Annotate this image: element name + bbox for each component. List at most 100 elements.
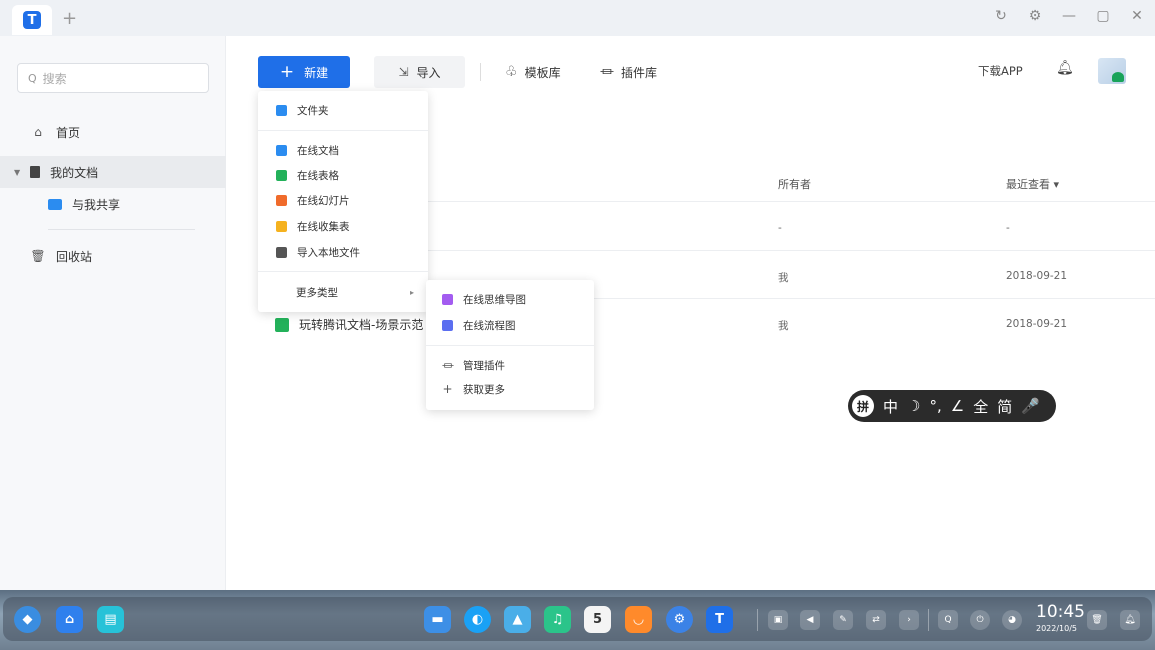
sidebar-item-shared[interactable]: 与我共享 [0, 188, 226, 220]
tencent-docs-logo-icon: T [23, 11, 41, 29]
menu-item-label: 在线表格 [297, 169, 339, 182]
search-input[interactable]: Q 搜索 [17, 63, 209, 93]
menu-item-online-form[interactable]: 在线收集表 [258, 214, 428, 238]
minimize-icon[interactable]: — [1061, 8, 1077, 24]
table-cell-last-viewed: - [1006, 222, 1010, 234]
menu-item-manage-plugins[interactable]: ⏛ 管理插件 [426, 353, 594, 377]
import-button-label: 导入 [416, 65, 441, 80]
folder-icon [48, 198, 62, 210]
sidebar-item-label: 回收站 [56, 249, 93, 264]
add-tab-button[interactable]: + [62, 8, 77, 29]
bell-icon[interactable]: 🔔︎ [1056, 60, 1074, 76]
trash-icon[interactable]: 🗑 [1087, 610, 1107, 630]
menu-item-online-sheet[interactable]: 在线表格 [258, 163, 428, 187]
network-icon[interactable]: ◕ [1002, 610, 1022, 630]
plug-icon: ⏛ [600, 65, 614, 81]
templates-link[interactable]: ♧ 模板库 [505, 56, 561, 88]
ime-toolbar: 拼 中 ☽ °, ∠ 全 简 🎤 [848, 390, 1056, 422]
sidebar-item-label: 首页 [56, 125, 81, 140]
menu-item-label: 在线流程图 [463, 319, 516, 332]
ime-simplified-mode[interactable]: 简 [997, 396, 1012, 417]
menu-item-import-local[interactable]: 导入本地文件 [258, 240, 428, 264]
punctuation-icon[interactable]: °, [929, 397, 941, 415]
app-store-icon[interactable]: ◡ [625, 606, 652, 633]
search-icon[interactable]: Q [938, 610, 958, 630]
notification-icon[interactable]: 🔔︎ [1120, 610, 1140, 630]
download-app-link[interactable]: 下载APP [978, 63, 1023, 79]
menu-item-online-slides[interactable]: 在线幻灯片 [258, 188, 428, 212]
tencent-docs-icon[interactable]: T [706, 606, 733, 633]
clock-date: 2022/10/5 [1036, 624, 1078, 633]
settings-icon[interactable]: ⚙ [666, 606, 693, 633]
power-icon[interactable]: ⏻ [970, 610, 990, 630]
refresh-icon[interactable]: ↻ [993, 8, 1009, 24]
music-icon[interactable]: ♫ [544, 606, 571, 633]
dock-divider [757, 609, 758, 631]
launcher-icon[interactable]: ◆ [14, 606, 41, 633]
menu-divider [258, 271, 428, 272]
last-viewed-column-header[interactable]: 最近查看 ▾ [1006, 176, 1059, 192]
sidebar-item-label: 与我共享 [72, 197, 121, 212]
volume-icon[interactable]: ◀ [800, 610, 820, 630]
menu-item-label: 在线幻灯片 [297, 194, 350, 207]
chevron-right-icon[interactable]: › [899, 610, 919, 630]
menu-item-online-doc[interactable]: 在线文档 [258, 138, 428, 162]
transfer-icon[interactable]: ⇄ [866, 610, 886, 630]
maximize-icon[interactable]: ▢ [1095, 8, 1111, 24]
plugins-label: 插件库 [621, 65, 658, 80]
toolbar-divider [480, 63, 481, 81]
clock-time[interactable]: 10:45 [1036, 602, 1085, 622]
dock-divider [928, 609, 929, 631]
table-cell-owner: - [778, 222, 782, 234]
table-cell-last-viewed: 2018-09-21 [1006, 318, 1068, 330]
close-icon[interactable]: ✕ [1129, 8, 1145, 24]
menu-item-label: 在线收集表 [297, 220, 350, 233]
settings-icon[interactable]: ⚙ [1027, 8, 1043, 24]
plus-icon: + [279, 62, 295, 82]
app-tab[interactable]: T [12, 5, 52, 35]
ime-chinese-mode[interactable]: 中 [883, 396, 898, 417]
import-button[interactable]: ⇲ 导入 [374, 56, 465, 88]
slides-icon [276, 194, 287, 206]
table-row[interactable]: 玩转腾讯文档-场景示范 [275, 316, 423, 333]
new-button[interactable]: + 新建 [258, 56, 350, 88]
sidebar-item-home[interactable]: ⌂ 首页 [0, 116, 226, 148]
microphone-icon[interactable]: 🎤 [1021, 397, 1040, 415]
menu-item-more-types[interactable]: 更多类型 ▸ [258, 280, 428, 304]
sidebar-divider [48, 229, 195, 230]
sidebar-item-label: 我的文档 [50, 165, 99, 180]
menu-item-label: 文件夹 [297, 104, 329, 117]
calendar-icon[interactable]: 5 [584, 606, 611, 633]
pen-tray-icon[interactable]: ✎ [833, 610, 853, 630]
menu-divider [426, 345, 594, 346]
menu-item-folder[interactable]: 文件夹 [258, 98, 428, 122]
plugins-link[interactable]: ⏛ 插件库 [600, 56, 657, 88]
sidebar-item-trash[interactable]: 🗑 回收站 [0, 240, 226, 272]
plus-icon: + [442, 382, 453, 396]
search-placeholder: 搜索 [42, 71, 67, 86]
menu-item-flowchart[interactable]: 在线流程图 [426, 313, 594, 337]
menu-item-mindmap[interactable]: 在线思维导图 [426, 287, 594, 311]
plug-icon: ⏛ [442, 358, 455, 373]
home-desktop-icon[interactable]: ⌂ [56, 606, 83, 633]
browser-icon[interactable]: ◐ [464, 606, 491, 633]
moon-icon[interactable]: ☽ [907, 397, 920, 415]
avatar[interactable] [1098, 58, 1126, 84]
pinyin-icon[interactable]: 拼 [852, 395, 874, 417]
image-viewer-icon[interactable]: ▲ [504, 606, 531, 633]
chevron-down-icon[interactable]: ▼ [14, 168, 20, 177]
sidebar-item-my-docs[interactable]: ▼ 我的文档 [0, 156, 226, 188]
new-button-label: 新建 [304, 65, 329, 80]
screenshot-icon[interactable]: ▣ [768, 610, 788, 630]
multitask-icon[interactable]: ▤ [97, 606, 124, 633]
document-icon [30, 166, 41, 178]
chevron-right-icon: ▸ [409, 287, 414, 297]
file-manager-icon[interactable]: ▬ [424, 606, 451, 633]
ime-fullwidth-mode[interactable]: 全 [973, 396, 988, 417]
import-icon: ⇲ [398, 65, 409, 79]
pen-icon[interactable]: ∠ [951, 397, 964, 415]
menu-item-get-more[interactable]: + 获取更多 [426, 377, 594, 401]
trash-icon: 🗑 [30, 249, 46, 263]
flowchart-icon [442, 319, 453, 331]
table-cell-owner: 我 [778, 320, 789, 332]
